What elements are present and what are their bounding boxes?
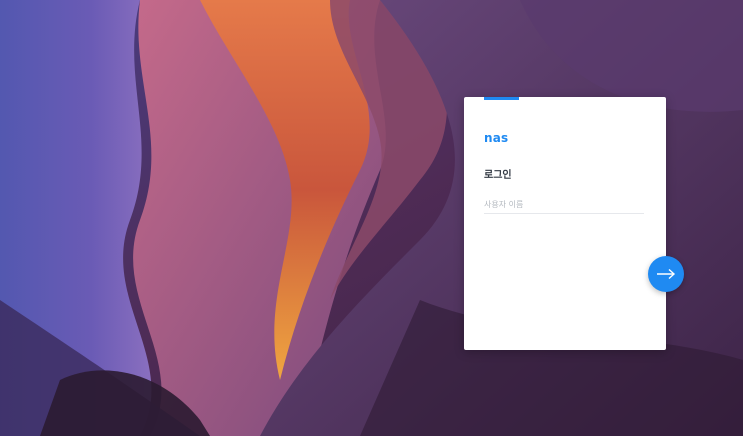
app-name: nas xyxy=(484,131,509,145)
login-title: 로그인 xyxy=(484,170,512,181)
login-card: nas 로그인 xyxy=(464,97,666,350)
arrow-right-icon xyxy=(657,268,676,280)
login-screen: nas 로그인 xyxy=(0,0,743,436)
username-input[interactable] xyxy=(484,195,644,214)
next-button[interactable] xyxy=(648,256,684,292)
accent-bar xyxy=(484,97,519,100)
